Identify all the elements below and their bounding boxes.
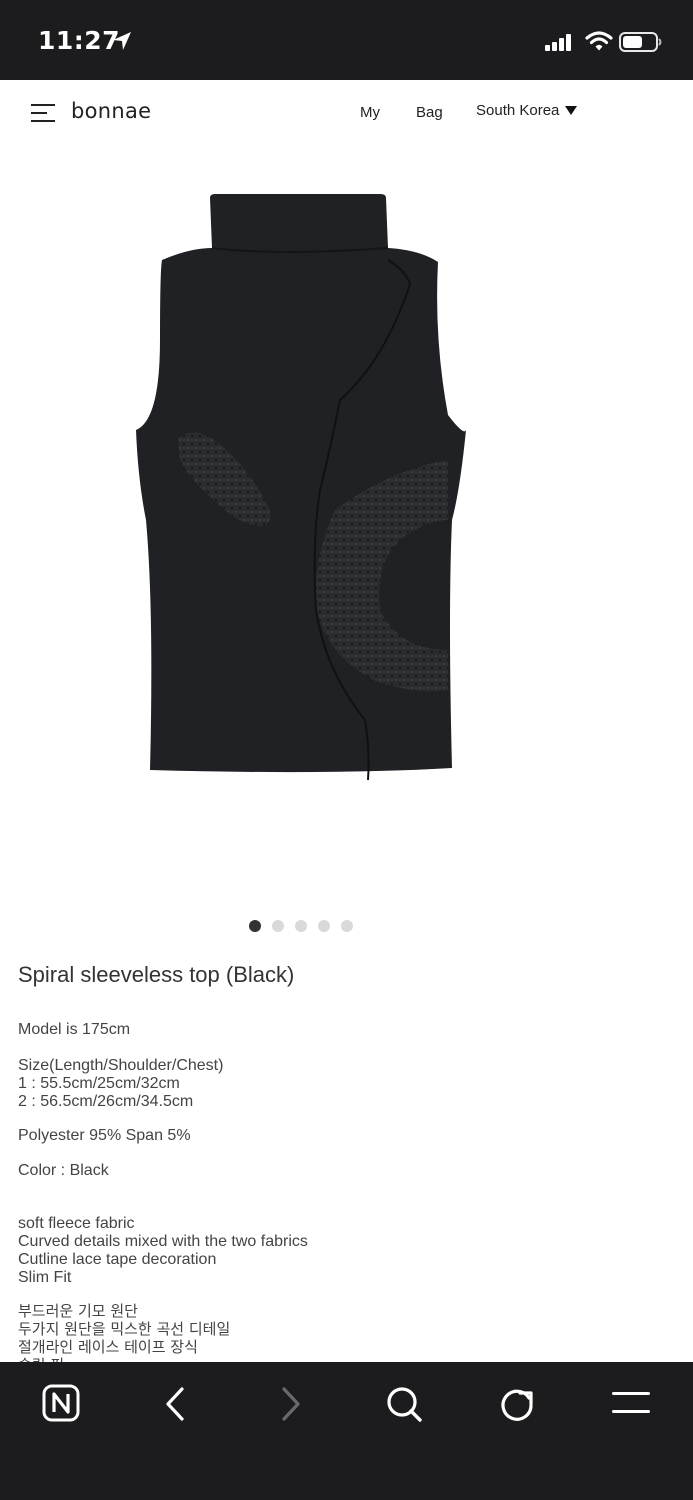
color-info: Color : Black [18, 1162, 109, 1179]
feature-item: Slim Fit [18, 1269, 72, 1286]
country-label: South Korea [476, 102, 560, 119]
size-2: 2 : 56.5cm/26cm/34.5cm [18, 1093, 194, 1110]
size-header: Size(Length/Shoulder/Chest) [18, 1057, 224, 1074]
feature-item-ko: 두가지 원단을 믹스한 곡선 디테일 [18, 1320, 231, 1338]
size-info: Size(Length/Shoulder/Chest) 1 : 55.5cm/2… [18, 1057, 223, 1111]
country-selector[interactable]: South Korea [476, 102, 578, 119]
feature-item: Curved details mixed with the two fabric… [18, 1233, 308, 1250]
browser-toolbar [0, 1362, 693, 1500]
product-image[interactable] [130, 190, 480, 790]
feature-item: soft fleece fabric [18, 1215, 135, 1232]
back-icon[interactable] [160, 1384, 190, 1424]
status-time: 11:27 [38, 26, 121, 55]
carousel-dot-1[interactable] [249, 920, 261, 932]
hamburger-menu-icon[interactable] [31, 103, 59, 123]
feature-item-ko: 부드러운 기모 원단 [18, 1302, 138, 1320]
forward-icon[interactable] [276, 1384, 306, 1424]
battery-icon [619, 32, 662, 52]
nav-my-link[interactable]: My [360, 104, 380, 121]
product-title: Spiral sleeveless top (Black) [18, 962, 295, 987]
feature-item-ko: 절개라인 레이스 테이프 장식 [18, 1338, 198, 1356]
menu-icon[interactable] [612, 1390, 650, 1416]
status-bar: 11:27 [0, 0, 693, 80]
brand-logo[interactable]: bonnae [71, 99, 151, 123]
location-arrow-icon [113, 32, 131, 50]
size-1: 1 : 55.5cm/25cm/32cm [18, 1075, 180, 1092]
caret-down-icon [565, 106, 578, 115]
carousel-dot-2[interactable] [272, 920, 284, 932]
carousel-dot-3[interactable] [295, 920, 307, 932]
search-icon[interactable] [384, 1384, 424, 1424]
wifi-icon [585, 31, 613, 51]
material-info: Polyester 95% Span 5% [18, 1127, 191, 1144]
naver-n-icon[interactable] [42, 1384, 82, 1424]
carousel-dot-5[interactable] [341, 920, 353, 932]
reload-icon[interactable] [498, 1384, 538, 1424]
nav-bag-link[interactable]: Bag [416, 104, 443, 121]
features-english: soft fleece fabric Curved details mixed … [18, 1215, 308, 1287]
feature-item: Cutline lace tape decoration [18, 1251, 217, 1268]
cellular-signal-icon [545, 34, 571, 51]
carousel-dot-4[interactable] [318, 920, 330, 932]
model-info: Model is 175cm [18, 1021, 131, 1038]
carousel-indicator [249, 920, 353, 932]
site-header: bonnae My Bag South Korea [0, 80, 693, 144]
